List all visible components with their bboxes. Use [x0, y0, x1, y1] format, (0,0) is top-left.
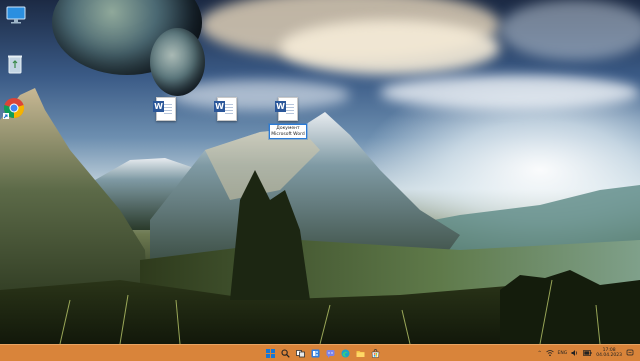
- store-button[interactable]: [369, 347, 381, 359]
- desktop-background: W W W Документ Microsoft Word: [0, 0, 640, 344]
- chrome-icon[interactable]: [3, 97, 25, 119]
- widgets-icon: [311, 349, 319, 357]
- edge-button[interactable]: [339, 347, 351, 359]
- file-explorer-button[interactable]: [354, 347, 366, 359]
- word-document-icon: W: [153, 97, 176, 121]
- word-document-icon: W: [275, 97, 298, 121]
- windows-logo-icon: [265, 348, 275, 358]
- search-button[interactable]: [279, 347, 291, 359]
- task-view-icon: [295, 349, 305, 357]
- landscape-illustration: [0, 88, 640, 344]
- trash-icon: [8, 55, 22, 74]
- clock-date: 04.04.2023: [596, 353, 622, 358]
- chat-icon: [326, 349, 334, 358]
- volume-icon[interactable]: [571, 349, 579, 357]
- store-icon: [371, 348, 379, 358]
- wifi-icon[interactable]: [545, 349, 554, 357]
- chat-button[interactable]: [324, 347, 336, 359]
- this-pc-icon[interactable]: [6, 6, 26, 24]
- notification-icon[interactable]: [626, 349, 634, 357]
- widgets-button[interactable]: [309, 347, 321, 359]
- folder-icon: [356, 350, 364, 357]
- monitor-icon: [6, 6, 26, 24]
- word-document-icon: W: [214, 97, 237, 121]
- edge-icon: [341, 349, 349, 357]
- word-document-3[interactable]: W Документ Microsoft Word: [268, 97, 308, 139]
- rename-input[interactable]: Документ Microsoft Word: [269, 124, 307, 139]
- clock[interactable]: 17:08 04.04.2023: [596, 348, 622, 358]
- recycle-bin-icon[interactable]: [7, 54, 23, 74]
- taskbar-apps: [264, 347, 381, 359]
- word-document-2[interactable]: W: [207, 97, 247, 121]
- taskbar: ^ ENG 17:08 04.04.2023: [0, 344, 640, 361]
- language-indicator[interactable]: ENG: [558, 351, 568, 356]
- search-icon: [280, 348, 290, 358]
- hidden-icons-chevron[interactable]: ^: [538, 351, 542, 356]
- word-document-1[interactable]: W: [146, 97, 186, 121]
- system-tray: ^ ENG 17:08 04.04.2023: [538, 346, 634, 360]
- start-button[interactable]: [264, 347, 276, 359]
- shortcut-arrow-icon: [3, 113, 9, 119]
- battery-icon[interactable]: [583, 349, 592, 357]
- task-view-button[interactable]: [294, 347, 306, 359]
